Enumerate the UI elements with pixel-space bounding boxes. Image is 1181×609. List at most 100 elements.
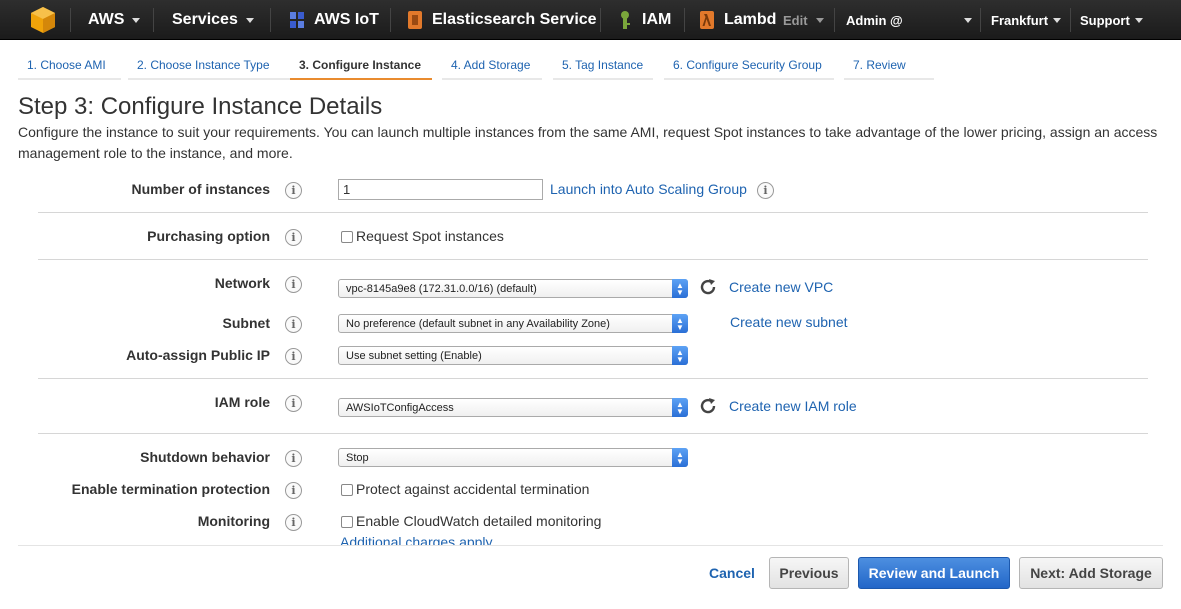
section-divider <box>38 212 1148 213</box>
tab-configure-security-group[interactable]: 6. Configure Security Group <box>664 52 834 80</box>
tab-choose-instance-type[interactable]: 2. Choose Instance Type <box>128 52 298 80</box>
monitoring-label: Monitoring <box>197 513 270 529</box>
shortcut-iam[interactable]: IAM <box>616 0 671 40</box>
cancel-button[interactable]: Cancel <box>700 557 764 589</box>
nav-separator <box>270 8 271 32</box>
nav-separator <box>153 8 154 32</box>
network-select[interactable]: vpc-8145a9e8 (172.31.0.0/16) (default) ▲… <box>338 279 688 298</box>
create-new-iam-role-link[interactable]: Create new IAM role <box>729 398 857 414</box>
select-arrows-icon: ▲ ▼ <box>672 314 688 333</box>
auto-assign-ip-select[interactable]: Use subnet setting (Enable) ▲ ▼ <box>338 346 688 365</box>
create-new-vpc-link[interactable]: Create new VPC <box>729 279 833 295</box>
region-label: Frankfurt <box>991 12 1049 28</box>
nav-separator <box>390 8 391 32</box>
shutdown-behavior-select[interactable]: Stop ▲ ▼ <box>338 448 688 467</box>
nav-separator <box>600 8 601 32</box>
next-add-storage-button[interactable]: Next: Add Storage <box>1019 557 1163 589</box>
number-of-instances-input[interactable] <box>338 179 543 200</box>
chevron-down-icon <box>132 17 141 23</box>
shortcut-label: AWS IoT <box>314 11 379 28</box>
scroll-clip: Additional charges apply <box>0 533 1181 545</box>
subnet-select-value: No preference (default subnet in any Ava… <box>346 317 610 330</box>
network-select-value: vpc-8145a9e8 (172.31.0.0/16) (default) <box>346 282 537 295</box>
info-icon[interactable]: i <box>285 182 302 199</box>
edit-shortcuts-link[interactable]: Edit <box>783 0 824 40</box>
services-menu[interactable]: Services <box>172 0 254 40</box>
request-spot-checkbox[interactable] <box>341 231 353 243</box>
nav-separator <box>980 8 981 32</box>
iam-icon <box>621 11 630 29</box>
section-divider <box>38 378 1148 379</box>
iam-role-label: IAM role <box>214 394 270 410</box>
nav-separator <box>1070 8 1071 32</box>
network-label: Network <box>214 275 270 291</box>
region-menu[interactable]: Frankfurt <box>991 0 1062 40</box>
section-divider <box>38 433 1148 434</box>
cloudwatch-monitoring-label: Enable CloudWatch detailed monitoring <box>356 513 602 529</box>
info-icon[interactable]: i <box>285 229 302 246</box>
subnet-select[interactable]: No preference (default subnet in any Ava… <box>338 314 688 333</box>
termination-protection-checkbox-label: Protect against accidental termination <box>356 481 590 497</box>
select-arrows-icon: ▲ ▼ <box>672 346 688 365</box>
tab-review[interactable]: 7. Review <box>844 52 934 80</box>
support-menu[interactable]: Support <box>1080 0 1143 40</box>
number-of-instances-label: Number of instances <box>131 181 270 197</box>
previous-button[interactable]: Previous <box>769 557 849 589</box>
additional-charges-link[interactable]: Additional charges apply <box>340 534 493 545</box>
termination-protection-checkbox[interactable] <box>341 484 353 496</box>
aws-cube-logo-icon[interactable] <box>30 6 56 34</box>
section-divider <box>38 259 1148 260</box>
info-icon[interactable]: i <box>285 395 302 412</box>
iam-role-select[interactable]: AWSIoTConfigAccess ▲ ▼ <box>338 398 688 417</box>
info-icon[interactable]: i <box>285 482 302 499</box>
refresh-iam-icon[interactable] <box>698 396 718 416</box>
shutdown-behavior-label: Shutdown behavior <box>140 449 270 465</box>
info-icon[interactable]: i <box>285 348 302 365</box>
account-menu[interactable]: Admin @ <box>846 0 972 40</box>
refresh-vpc-icon[interactable] <box>698 277 718 297</box>
purchasing-option-label: Purchasing option <box>147 228 270 244</box>
aws-iot-icon <box>290 12 304 28</box>
tab-tag-instance[interactable]: 5. Tag Instance <box>553 52 653 80</box>
services-menu-label: Services <box>172 11 238 28</box>
aws-menu-label: AWS <box>88 11 125 28</box>
tab-configure-instance[interactable]: 3. Configure Instance <box>290 52 432 80</box>
select-arrows-icon: ▲ ▼ <box>672 279 688 298</box>
shortcut-label: IAM <box>642 11 672 28</box>
request-spot-label: Request Spot instances <box>356 228 504 244</box>
nav-separator <box>834 8 835 32</box>
shortcut-elasticsearch[interactable]: Elasticsearch Service <box>406 0 597 40</box>
edit-label: Edit <box>783 12 808 28</box>
shortcut-label: Elasticsearch Service <box>432 11 597 28</box>
account-label: Admin @ <box>846 12 903 28</box>
footer-divider <box>18 545 1163 546</box>
chevron-down-icon <box>1134 17 1143 23</box>
support-label: Support <box>1080 12 1130 28</box>
aws-menu[interactable]: AWS <box>88 0 141 40</box>
create-new-subnet-link[interactable]: Create new subnet <box>730 314 848 330</box>
elasticsearch-icon <box>408 11 422 29</box>
cloudwatch-monitoring-checkbox[interactable] <box>341 516 353 528</box>
shutdown-behavior-value: Stop <box>346 451 369 464</box>
info-icon[interactable]: i <box>285 514 302 531</box>
chevron-down-icon <box>245 17 254 23</box>
info-icon[interactable]: i <box>285 316 302 333</box>
review-and-launch-button[interactable]: Review and Launch <box>858 557 1010 589</box>
info-icon[interactable]: i <box>285 276 302 293</box>
page-description: Configure the instance to suit your requ… <box>18 124 1158 161</box>
shortcut-aws-iot[interactable]: AWS IoT <box>288 0 379 40</box>
info-icon[interactable]: i <box>757 182 774 199</box>
select-arrows-icon: ▲ ▼ <box>672 448 688 467</box>
tab-add-storage[interactable]: 4. Add Storage <box>442 52 542 80</box>
iam-role-value: AWSIoTConfigAccess <box>346 401 454 414</box>
select-arrows-icon: ▲ ▼ <box>672 398 688 417</box>
termination-protection-label: Enable termination protection <box>71 481 270 497</box>
launch-auto-scaling-link[interactable]: Launch into Auto Scaling Group <box>550 181 747 197</box>
info-icon[interactable]: i <box>285 450 302 467</box>
nav-separator <box>70 8 71 32</box>
top-navigation-bar: AWS Services AWS IoT Elasticsearch Servi… <box>0 0 1181 40</box>
shortcut-lambda[interactable]: Lambd <box>698 0 776 40</box>
auto-assign-ip-value: Use subnet setting (Enable) <box>346 349 482 362</box>
chevron-down-icon <box>1053 17 1062 23</box>
tab-choose-ami[interactable]: 1. Choose AMI <box>18 52 121 80</box>
